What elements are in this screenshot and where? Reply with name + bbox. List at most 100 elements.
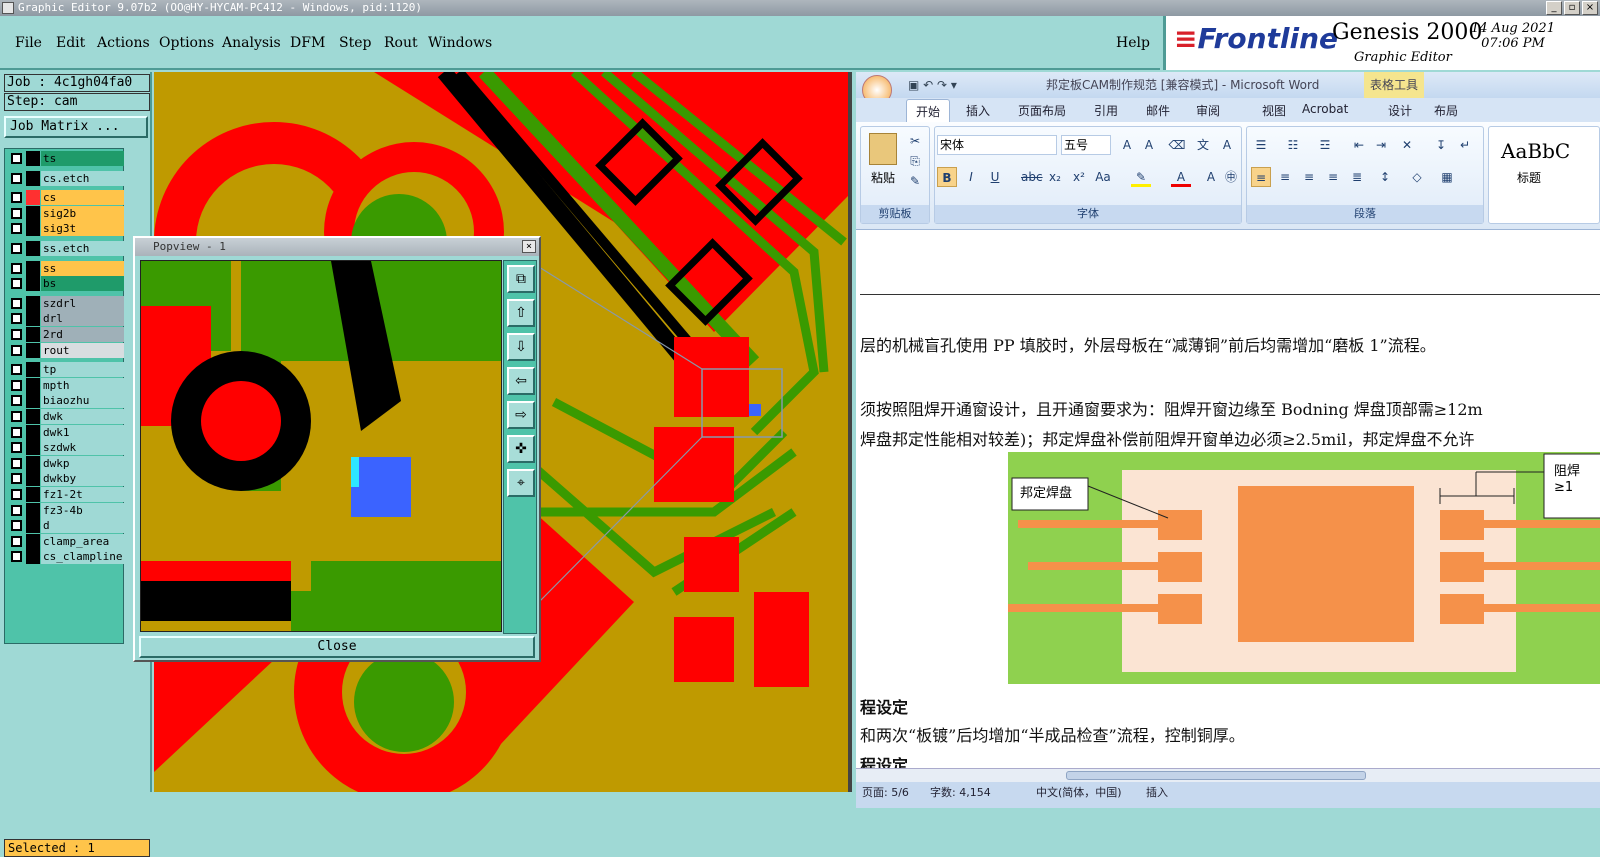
- layer-color-swatch[interactable]: [26, 362, 40, 378]
- layer-row-cs[interactable]: cs: [8, 190, 124, 206]
- layer-row-szdwk[interactable]: szdwk: [8, 440, 124, 456]
- popview-close-icon[interactable]: ×: [522, 240, 536, 253]
- menu-analysis[interactable]: Analysis: [222, 35, 281, 51]
- layer-row-dwk1[interactable]: dwk1: [8, 424, 124, 440]
- layer-row-drl[interactable]: drl: [8, 311, 124, 327]
- layer-checkbox[interactable]: [11, 473, 22, 485]
- layer-row-sig2b[interactable]: sig2b: [8, 205, 124, 221]
- horizontal-scrollbar[interactable]: [856, 768, 1600, 782]
- status-language[interactable]: 中文(简体，中国): [1036, 782, 1122, 804]
- align-center-icon[interactable]: ≡: [1275, 167, 1295, 187]
- layer-name[interactable]: dwkp: [41, 455, 124, 471]
- minimize-button[interactable]: _: [1546, 1, 1562, 15]
- ribbon-tab-5[interactable]: 审阅: [1196, 102, 1220, 119]
- layer-row-bs[interactable]: bs: [8, 276, 124, 292]
- menu-actions[interactable]: Actions: [97, 35, 150, 51]
- layer-checkbox[interactable]: [11, 395, 22, 407]
- layer-row-tp[interactable]: tp: [8, 362, 124, 378]
- layer-checkbox[interactable]: [11, 192, 22, 204]
- ribbon-tab-8[interactable]: 设计: [1388, 102, 1412, 119]
- layer-name[interactable]: ss: [41, 260, 124, 276]
- layer-name[interactable]: rout: [41, 342, 124, 358]
- style-preview[interactable]: AaBbC: [1501, 139, 1570, 163]
- font-name-select[interactable]: 宋体: [937, 135, 1057, 155]
- layer-name[interactable]: tp: [41, 362, 124, 378]
- italic-icon[interactable]: I: [961, 167, 981, 187]
- layer-color-swatch[interactable]: [26, 409, 40, 424]
- layer-name[interactable]: cs_clampline: [41, 549, 124, 565]
- layer-name[interactable]: cs.etch: [41, 170, 124, 186]
- layer-row-sig3t[interactable]: sig3t: [8, 221, 124, 237]
- layer-color-swatch[interactable]: [26, 393, 40, 409]
- font-color-icon[interactable]: A: [1171, 167, 1191, 187]
- highlight-icon[interactable]: ✎: [1131, 167, 1151, 187]
- ribbon-tab-0[interactable]: 开始: [906, 99, 951, 122]
- menu-edit[interactable]: Edit: [56, 35, 85, 51]
- pan-up-icon[interactable]: ⇧: [507, 299, 535, 327]
- menu-options[interactable]: Options: [159, 35, 214, 51]
- layer-name[interactable]: szdrl: [41, 295, 124, 311]
- line-spacing-icon[interactable]: ↕: [1375, 167, 1395, 187]
- status-page[interactable]: 页面: 5/6: [862, 782, 909, 804]
- phonetic-icon[interactable]: 文: [1193, 135, 1213, 155]
- superscript-icon[interactable]: x²: [1069, 167, 1089, 187]
- pan-down-icon[interactable]: ⇩: [507, 333, 535, 361]
- layer-color-swatch[interactable]: [26, 295, 40, 311]
- layer-name[interactable]: dwkby: [41, 471, 124, 487]
- numbering-icon[interactable]: ☷: [1283, 135, 1303, 155]
- align-right-icon[interactable]: ≡: [1299, 167, 1319, 187]
- layer-row-ts[interactable]: ts: [8, 151, 124, 166]
- layer-name[interactable]: bs: [41, 276, 124, 292]
- layer-row-ss[interactable]: ss: [8, 260, 124, 276]
- menu-file[interactable]: File: [15, 35, 42, 51]
- layer-name[interactable]: biaozhu: [41, 393, 124, 409]
- sort-icon[interactable]: ↧: [1431, 135, 1451, 155]
- ribbon-tab-9[interactable]: 布局: [1434, 102, 1458, 119]
- borders-icon[interactable]: ▦: [1437, 167, 1457, 187]
- layer-checkbox[interactable]: [11, 207, 22, 219]
- layer-color-swatch[interactable]: [26, 549, 40, 565]
- layer-checkbox[interactable]: [11, 426, 22, 438]
- restore-button[interactable]: ▫: [1564, 1, 1580, 15]
- quick-access-toolbar[interactable]: ▣ ↶ ↷ ▾: [908, 72, 957, 98]
- layer-color-swatch[interactable]: [26, 455, 40, 471]
- layer-color-swatch[interactable]: [26, 311, 40, 327]
- layer-row-mpth[interactable]: mpth: [8, 377, 124, 393]
- distributed-icon[interactable]: ≣: [1347, 167, 1367, 187]
- layer-checkbox[interactable]: [11, 520, 22, 532]
- zoom-fit-icon[interactable]: ⧉: [507, 265, 535, 293]
- ribbon-tab-2[interactable]: 页面布局: [1018, 102, 1066, 119]
- layer-checkbox[interactable]: [11, 313, 22, 325]
- grow-font-icon[interactable]: A: [1117, 135, 1137, 155]
- layer-name[interactable]: ss.etch: [41, 241, 124, 256]
- menu-step[interactable]: Step: [339, 35, 371, 51]
- layer-row-szdrl[interactable]: szdrl: [8, 295, 124, 311]
- layer-name[interactable]: clamp_area: [41, 533, 124, 549]
- layer-checkbox[interactable]: [11, 364, 22, 376]
- layer-row-dwkby[interactable]: dwkby: [8, 471, 124, 487]
- strikethrough-icon[interactable]: abc: [1021, 167, 1043, 187]
- zoom-out-icon[interactable]: ⌖: [507, 469, 535, 497]
- layer-row-dwkp[interactable]: dwkp: [8, 455, 124, 471]
- layer-checkbox[interactable]: [11, 489, 22, 500]
- layer-checkbox[interactable]: [11, 223, 22, 235]
- layer-row-clamp_area[interactable]: clamp_area: [8, 533, 124, 549]
- layer-name[interactable]: drl: [41, 311, 124, 327]
- paste-button[interactable]: 粘贴: [871, 169, 895, 186]
- justify-icon[interactable]: ≡: [1323, 167, 1343, 187]
- layer-checkbox[interactable]: [11, 297, 22, 309]
- layer-color-swatch[interactable]: [26, 377, 40, 393]
- layer-row-ss.etch[interactable]: ss.etch: [8, 241, 124, 256]
- ribbon-tab-3[interactable]: 引用: [1094, 102, 1118, 119]
- layer-color-swatch[interactable]: [26, 533, 40, 549]
- shading-icon[interactable]: ◇: [1407, 167, 1427, 187]
- layer-checkbox[interactable]: [11, 344, 22, 356]
- layer-checkbox[interactable]: [11, 329, 22, 340]
- layer-name[interactable]: fz1-2t: [41, 487, 124, 502]
- ribbon-tab-7[interactable]: Acrobat: [1302, 102, 1348, 116]
- status-words[interactable]: 字数: 4,154: [930, 782, 991, 804]
- layer-color-swatch[interactable]: [26, 518, 40, 534]
- subscript-icon[interactable]: x₂: [1045, 167, 1065, 187]
- document-page[interactable]: 层的机械盲孔使用 PP 填胶时，外层母板在“减薄铜”前后均需增加“磨板 1”流程…: [860, 232, 1600, 775]
- layer-color-swatch[interactable]: [26, 205, 40, 221]
